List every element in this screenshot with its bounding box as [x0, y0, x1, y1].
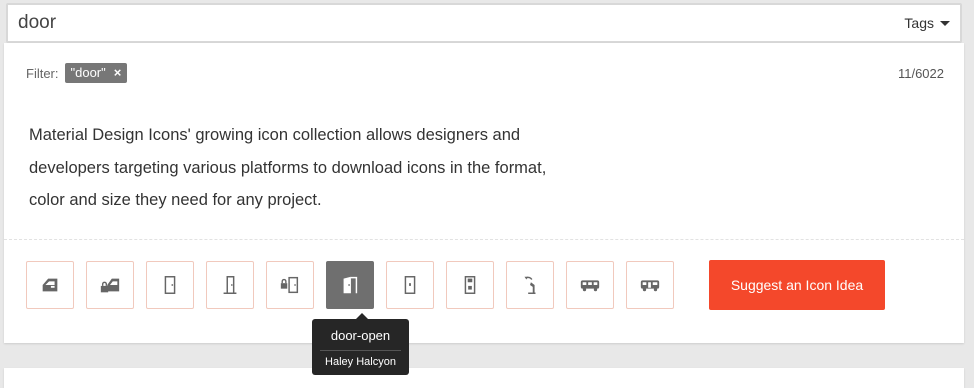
icon-tile[interactable] [506, 261, 554, 309]
bus-side-icon [580, 280, 600, 292]
search-bar: Tags [6, 3, 962, 43]
tooltip-icon-name: door-open [330, 328, 391, 343]
tags-label: Tags [904, 15, 934, 31]
icon-tile[interactable] [206, 261, 254, 309]
door-closed-icon [164, 276, 176, 294]
description-line: color and size they need for any project… [29, 191, 322, 209]
icon-tile[interactable] [566, 261, 614, 309]
result-count: 11/6022 [897, 66, 944, 81]
description-line: Material Design Icons' growing icon coll… [29, 126, 521, 144]
icon-tile[interactable] [266, 261, 314, 309]
icon-tile[interactable] [86, 261, 134, 309]
door-sliding-lock-icon [464, 276, 476, 294]
close-icon[interactable]: × [114, 66, 122, 79]
icon-results [26, 261, 674, 309]
icon-tile-active[interactable] [326, 261, 374, 309]
results-card: Filter: "door" × 11/6022 Material Design… [4, 43, 964, 343]
description: Material Design Icons' growing icon coll… [29, 119, 649, 217]
next-card [4, 368, 964, 388]
icon-tile[interactable] [386, 261, 434, 309]
icon-tooltip: door-open Haley Halcyon [312, 313, 409, 375]
icon-tile[interactable] [446, 261, 494, 309]
door-open-outline-icon [223, 276, 237, 294]
filter-row: Filter: "door" × [26, 63, 128, 83]
filter-chip[interactable]: "door" × [64, 63, 128, 83]
filter-chip-text: "door" [70, 65, 106, 80]
icon-tile[interactable] [26, 261, 74, 309]
icon-tile[interactable] [146, 261, 194, 309]
description-line: developers targeting various platforms t… [29, 158, 547, 177]
car-door-icon [42, 278, 58, 292]
door-closed-lock-icon [280, 276, 299, 294]
bus-door-icon [640, 280, 660, 292]
caret-down-icon [940, 20, 950, 26]
suggest-icon-button[interactable]: Suggest an Icon Idea [709, 260, 885, 310]
filter-label: Filter: [26, 65, 59, 81]
search-input[interactable] [18, 11, 778, 35]
tags-dropdown[interactable]: Tags [904, 13, 950, 33]
tooltip-author: Haley Halcyon [325, 356, 396, 368]
door-sliding-icon [404, 276, 416, 294]
door-open-icon [343, 276, 358, 294]
divider [4, 239, 964, 240]
car-door-lock-icon [100, 278, 120, 293]
icon-tile[interactable] [626, 261, 674, 309]
door-sliding-open-icon [524, 276, 536, 294]
